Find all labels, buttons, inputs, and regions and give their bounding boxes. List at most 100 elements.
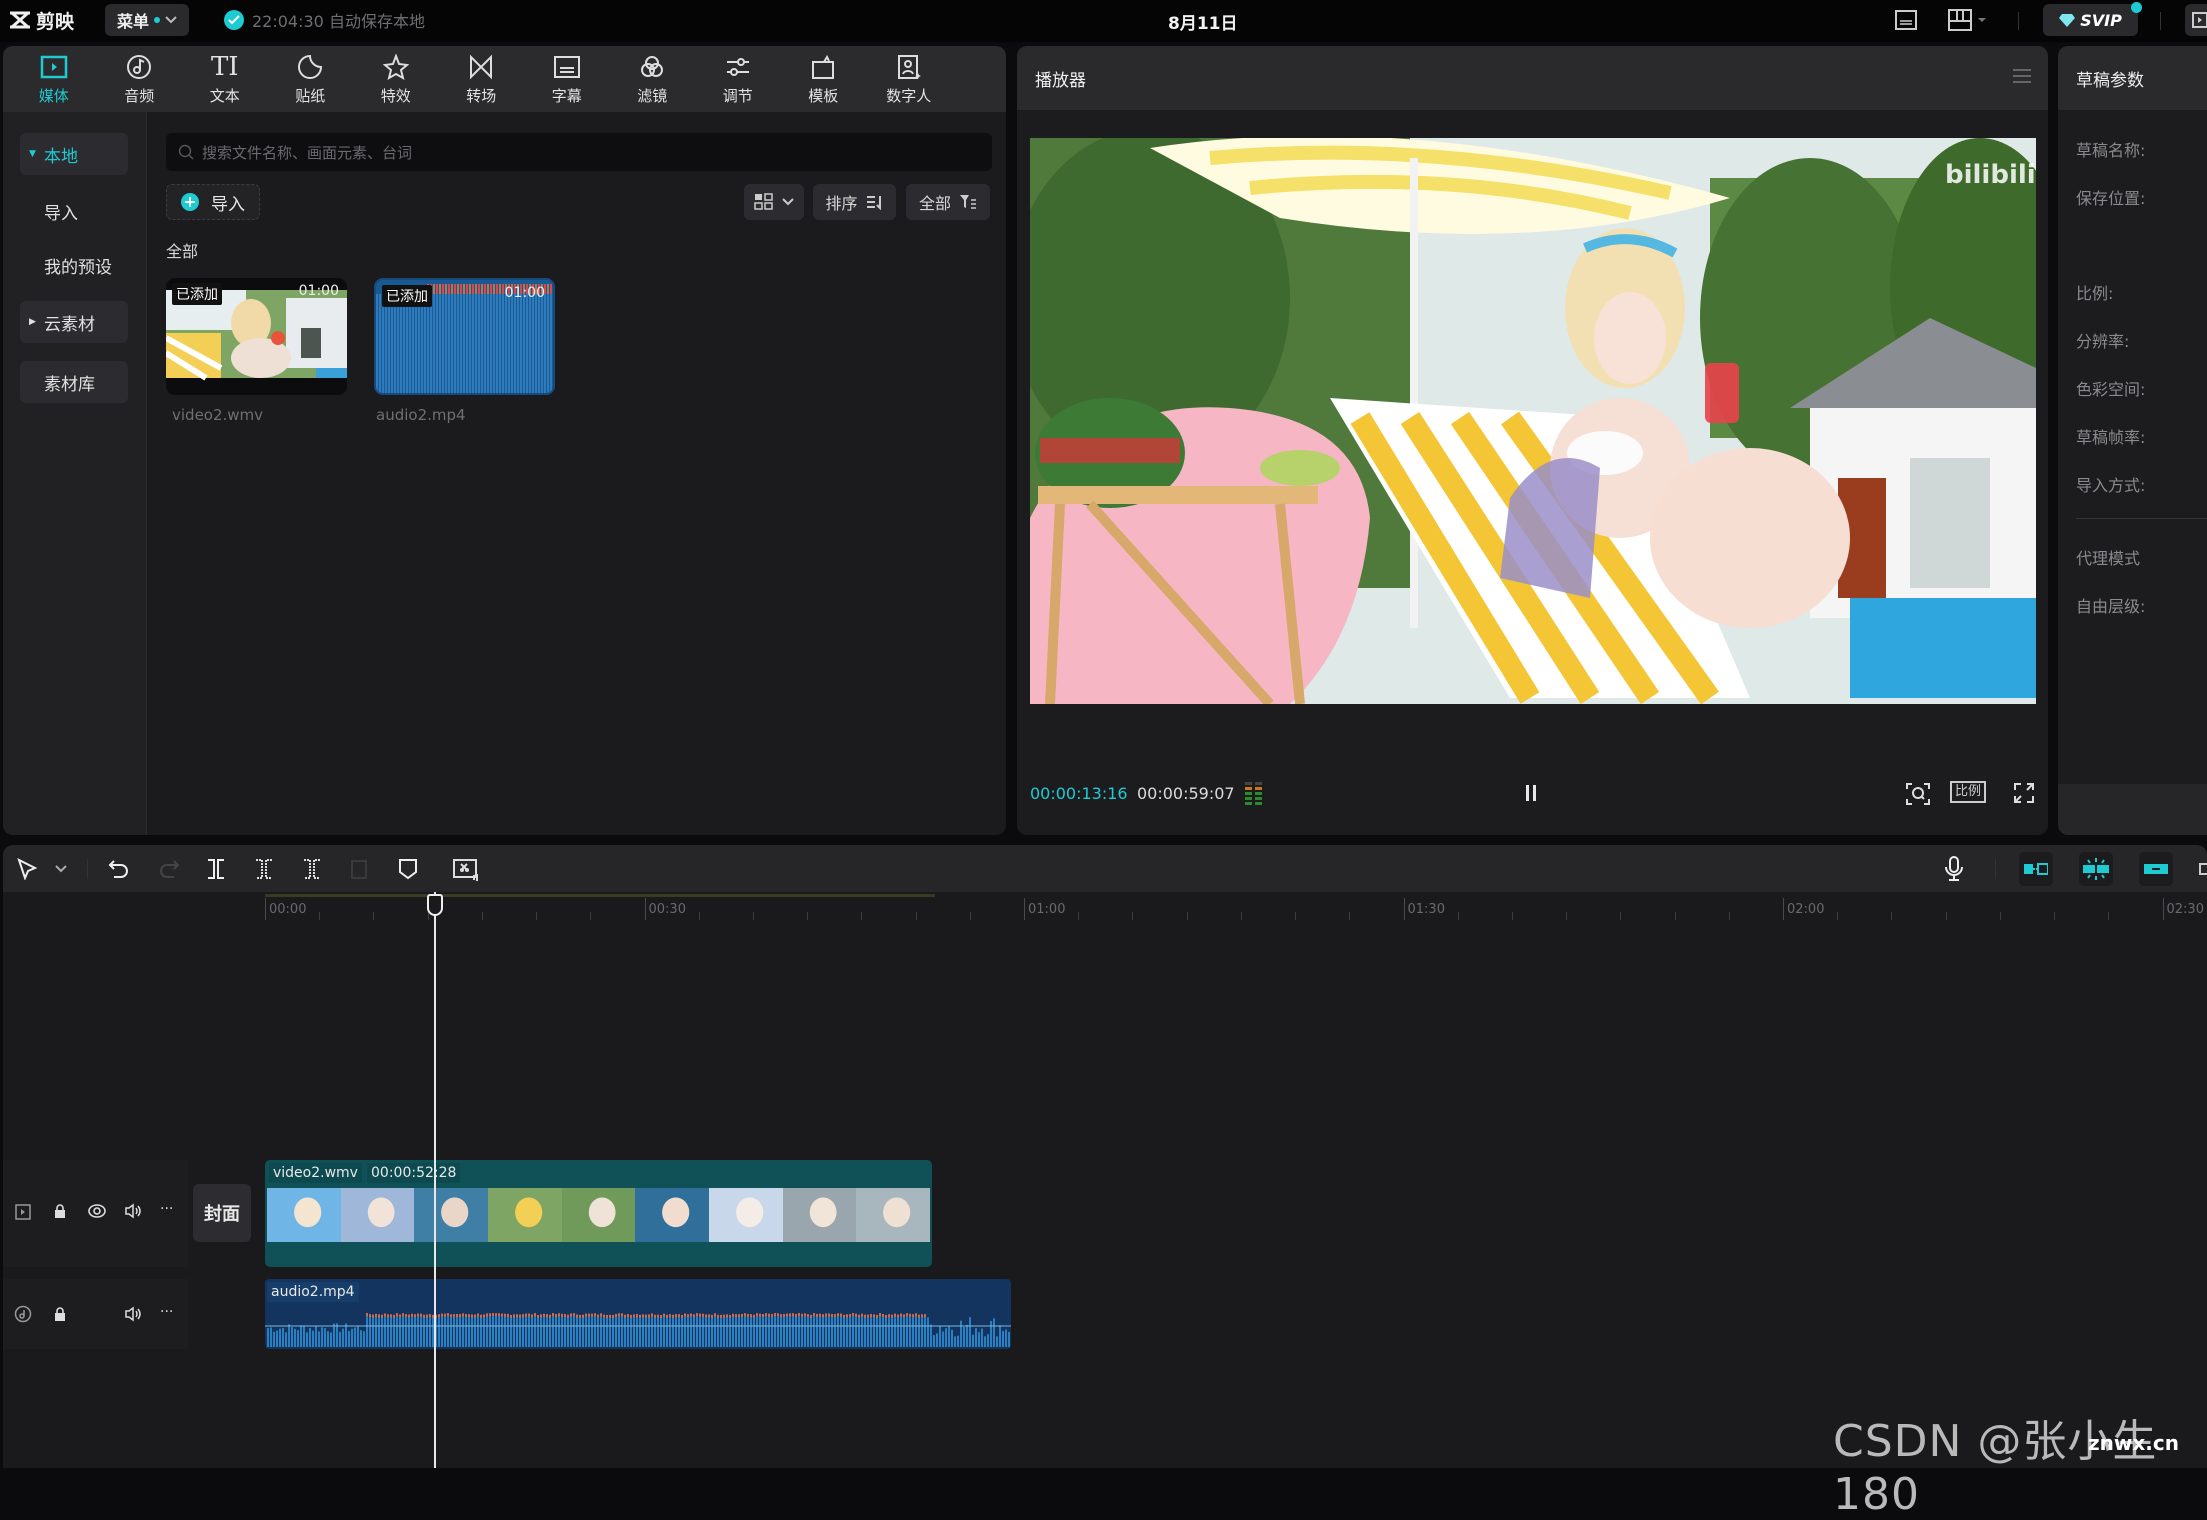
video-clip[interactable]: video2.wmv 00:00:52:28 — [265, 1160, 932, 1267]
export-button[interactable] — [2185, 4, 2207, 36]
waveform-bar — [768, 1315, 770, 1347]
linkage-button[interactable] — [2139, 852, 2173, 886]
cover-button[interactable]: 封面 — [193, 1184, 251, 1242]
time-ruler[interactable]: 00:00 00:30 01:00 01:30 02:00 02:30 — [3, 892, 2207, 926]
playhead[interactable] — [427, 892, 443, 1468]
timeline-toolbar — [3, 845, 2207, 892]
menu-label: 菜单 — [116, 12, 149, 31]
subnav-library[interactable]: 素材库 — [20, 361, 128, 403]
waveform-bar — [702, 1315, 704, 1347]
main-track-magnet-button[interactable] — [2019, 852, 2053, 886]
waveform-bar — [843, 1316, 845, 1347]
pause-button[interactable] — [1525, 784, 1537, 802]
waveform-clip-peak — [451, 284, 453, 294]
waveform-bar — [735, 1316, 737, 1347]
sort-button[interactable]: 排序 — [813, 184, 896, 220]
tab-effects[interactable]: 特效 — [353, 46, 439, 112]
tab-subtitle[interactable]: 字幕 — [524, 46, 610, 112]
redo-icon[interactable] — [158, 859, 180, 879]
waveform-bar — [534, 1315, 536, 1347]
waveform-bar — [463, 294, 465, 393]
waveform-bar — [403, 294, 405, 393]
fullscreen-icon[interactable] — [2013, 782, 2035, 804]
waveform-bar — [421, 294, 423, 393]
tab-text[interactable]: TI 文本 — [182, 46, 268, 112]
waveform-bar — [414, 1316, 416, 1347]
tab-audio[interactable]: 音频 — [97, 46, 183, 112]
zoom-fit-icon[interactable] — [1905, 782, 1931, 806]
view-mode-button[interactable] — [744, 184, 804, 220]
trim-left-icon[interactable] — [254, 858, 274, 880]
delete-icon[interactable] — [349, 858, 369, 880]
snap-icon — [2083, 858, 2109, 880]
layout-icon[interactable] — [1948, 9, 1988, 31]
lock-icon[interactable] — [53, 1203, 67, 1219]
microphone-icon[interactable] — [1944, 856, 1964, 882]
waveform-clip-peak — [453, 1314, 455, 1318]
tab-digital-human[interactable]: 数字人 — [866, 46, 952, 112]
aspect-ratio-button[interactable]: 比例 — [1950, 781, 1987, 803]
filter-button[interactable]: 全部 — [906, 184, 990, 220]
waveform-bar — [999, 1325, 1001, 1347]
svip-button[interactable]: SVIP — [2043, 2, 2142, 36]
playhead-handle[interactable] — [427, 894, 443, 916]
waveform-bar — [535, 294, 537, 393]
waveform-bar — [529, 294, 531, 393]
waveform-bar — [954, 1336, 956, 1347]
media-search-input[interactable]: 搜索文件名称、画面元素、台词 — [166, 133, 992, 171]
tab-sticker[interactable]: 贴纸 — [268, 46, 354, 112]
marker-icon[interactable] — [398, 858, 418, 880]
audio-clip[interactable]: audio2.mp4 — [265, 1279, 1011, 1349]
media-item-video[interactable]: 已添加 01:00 — [166, 278, 347, 395]
waveform-bar — [499, 294, 501, 393]
preview-axis-icon[interactable] — [2199, 863, 2207, 875]
waveform-bar — [451, 294, 453, 393]
hamburger-menu-icon[interactable] — [2012, 68, 2032, 84]
filmstrip-frame — [488, 1188, 562, 1242]
waveform-bar — [882, 1315, 884, 1347]
audio-track-header: ··· — [3, 1279, 188, 1349]
visibility-eye-icon[interactable] — [88, 1204, 106, 1218]
subnav-cloud[interactable]: ▶ 云素材 — [20, 301, 128, 343]
waveform-bar — [439, 294, 441, 393]
subnav-import[interactable]: 导入 — [20, 190, 128, 232]
tab-media[interactable]: 媒体 — [11, 46, 97, 112]
waveform-bar — [444, 1315, 446, 1347]
waveform-bar — [897, 1316, 899, 1347]
media-item-audio[interactable]: 已添加 01:00 — [374, 278, 555, 395]
tab-filter[interactable]: 滤镜 — [610, 46, 696, 112]
chevron-down-icon[interactable] — [55, 865, 67, 873]
waveform-bar — [480, 1316, 482, 1347]
import-button[interactable]: + 导入 — [166, 184, 260, 220]
waveform-clip-peak — [378, 1314, 380, 1318]
shortcut-keyboard-icon[interactable] — [1895, 10, 1917, 30]
digital-human-icon — [896, 53, 922, 81]
trim-right-icon[interactable] — [302, 858, 322, 880]
select-cursor-icon[interactable] — [17, 858, 37, 880]
lock-icon[interactable] — [53, 1306, 67, 1322]
split-icon[interactable] — [206, 858, 226, 880]
video-preview[interactable]: bilibili — [1030, 138, 2036, 704]
tab-adjust[interactable]: 调节 — [695, 46, 781, 112]
separate-audio-icon[interactable] — [452, 858, 480, 882]
waveform-bar — [840, 1315, 842, 1347]
more-options-icon[interactable]: ··· — [160, 1201, 173, 1217]
waveform-clip-peak — [843, 1314, 845, 1318]
volume-icon[interactable] — [124, 1203, 142, 1219]
waveform-bar — [309, 1328, 311, 1347]
undo-icon[interactable] — [108, 859, 130, 879]
more-options-icon[interactable]: ··· — [160, 1304, 173, 1320]
subnav-my-presets[interactable]: 我的预设 — [20, 244, 128, 286]
tab-transition[interactable]: 转场 — [439, 46, 525, 112]
auto-snap-button[interactable] — [2079, 852, 2113, 886]
waveform-bar — [813, 1315, 815, 1347]
volume-icon[interactable] — [124, 1306, 142, 1322]
audio-meter-icon — [1245, 782, 1263, 808]
menu-button[interactable]: 菜单 — [105, 4, 189, 36]
waveform-clip-peak — [495, 1313, 497, 1317]
waveform-clip-peak — [810, 1314, 812, 1318]
waveform-clip-peak — [447, 1313, 449, 1317]
tab-template[interactable]: 模板 — [781, 46, 867, 112]
waveform-clip-peak — [864, 1314, 866, 1318]
subnav-local[interactable]: ▼ 本地 — [20, 133, 128, 175]
